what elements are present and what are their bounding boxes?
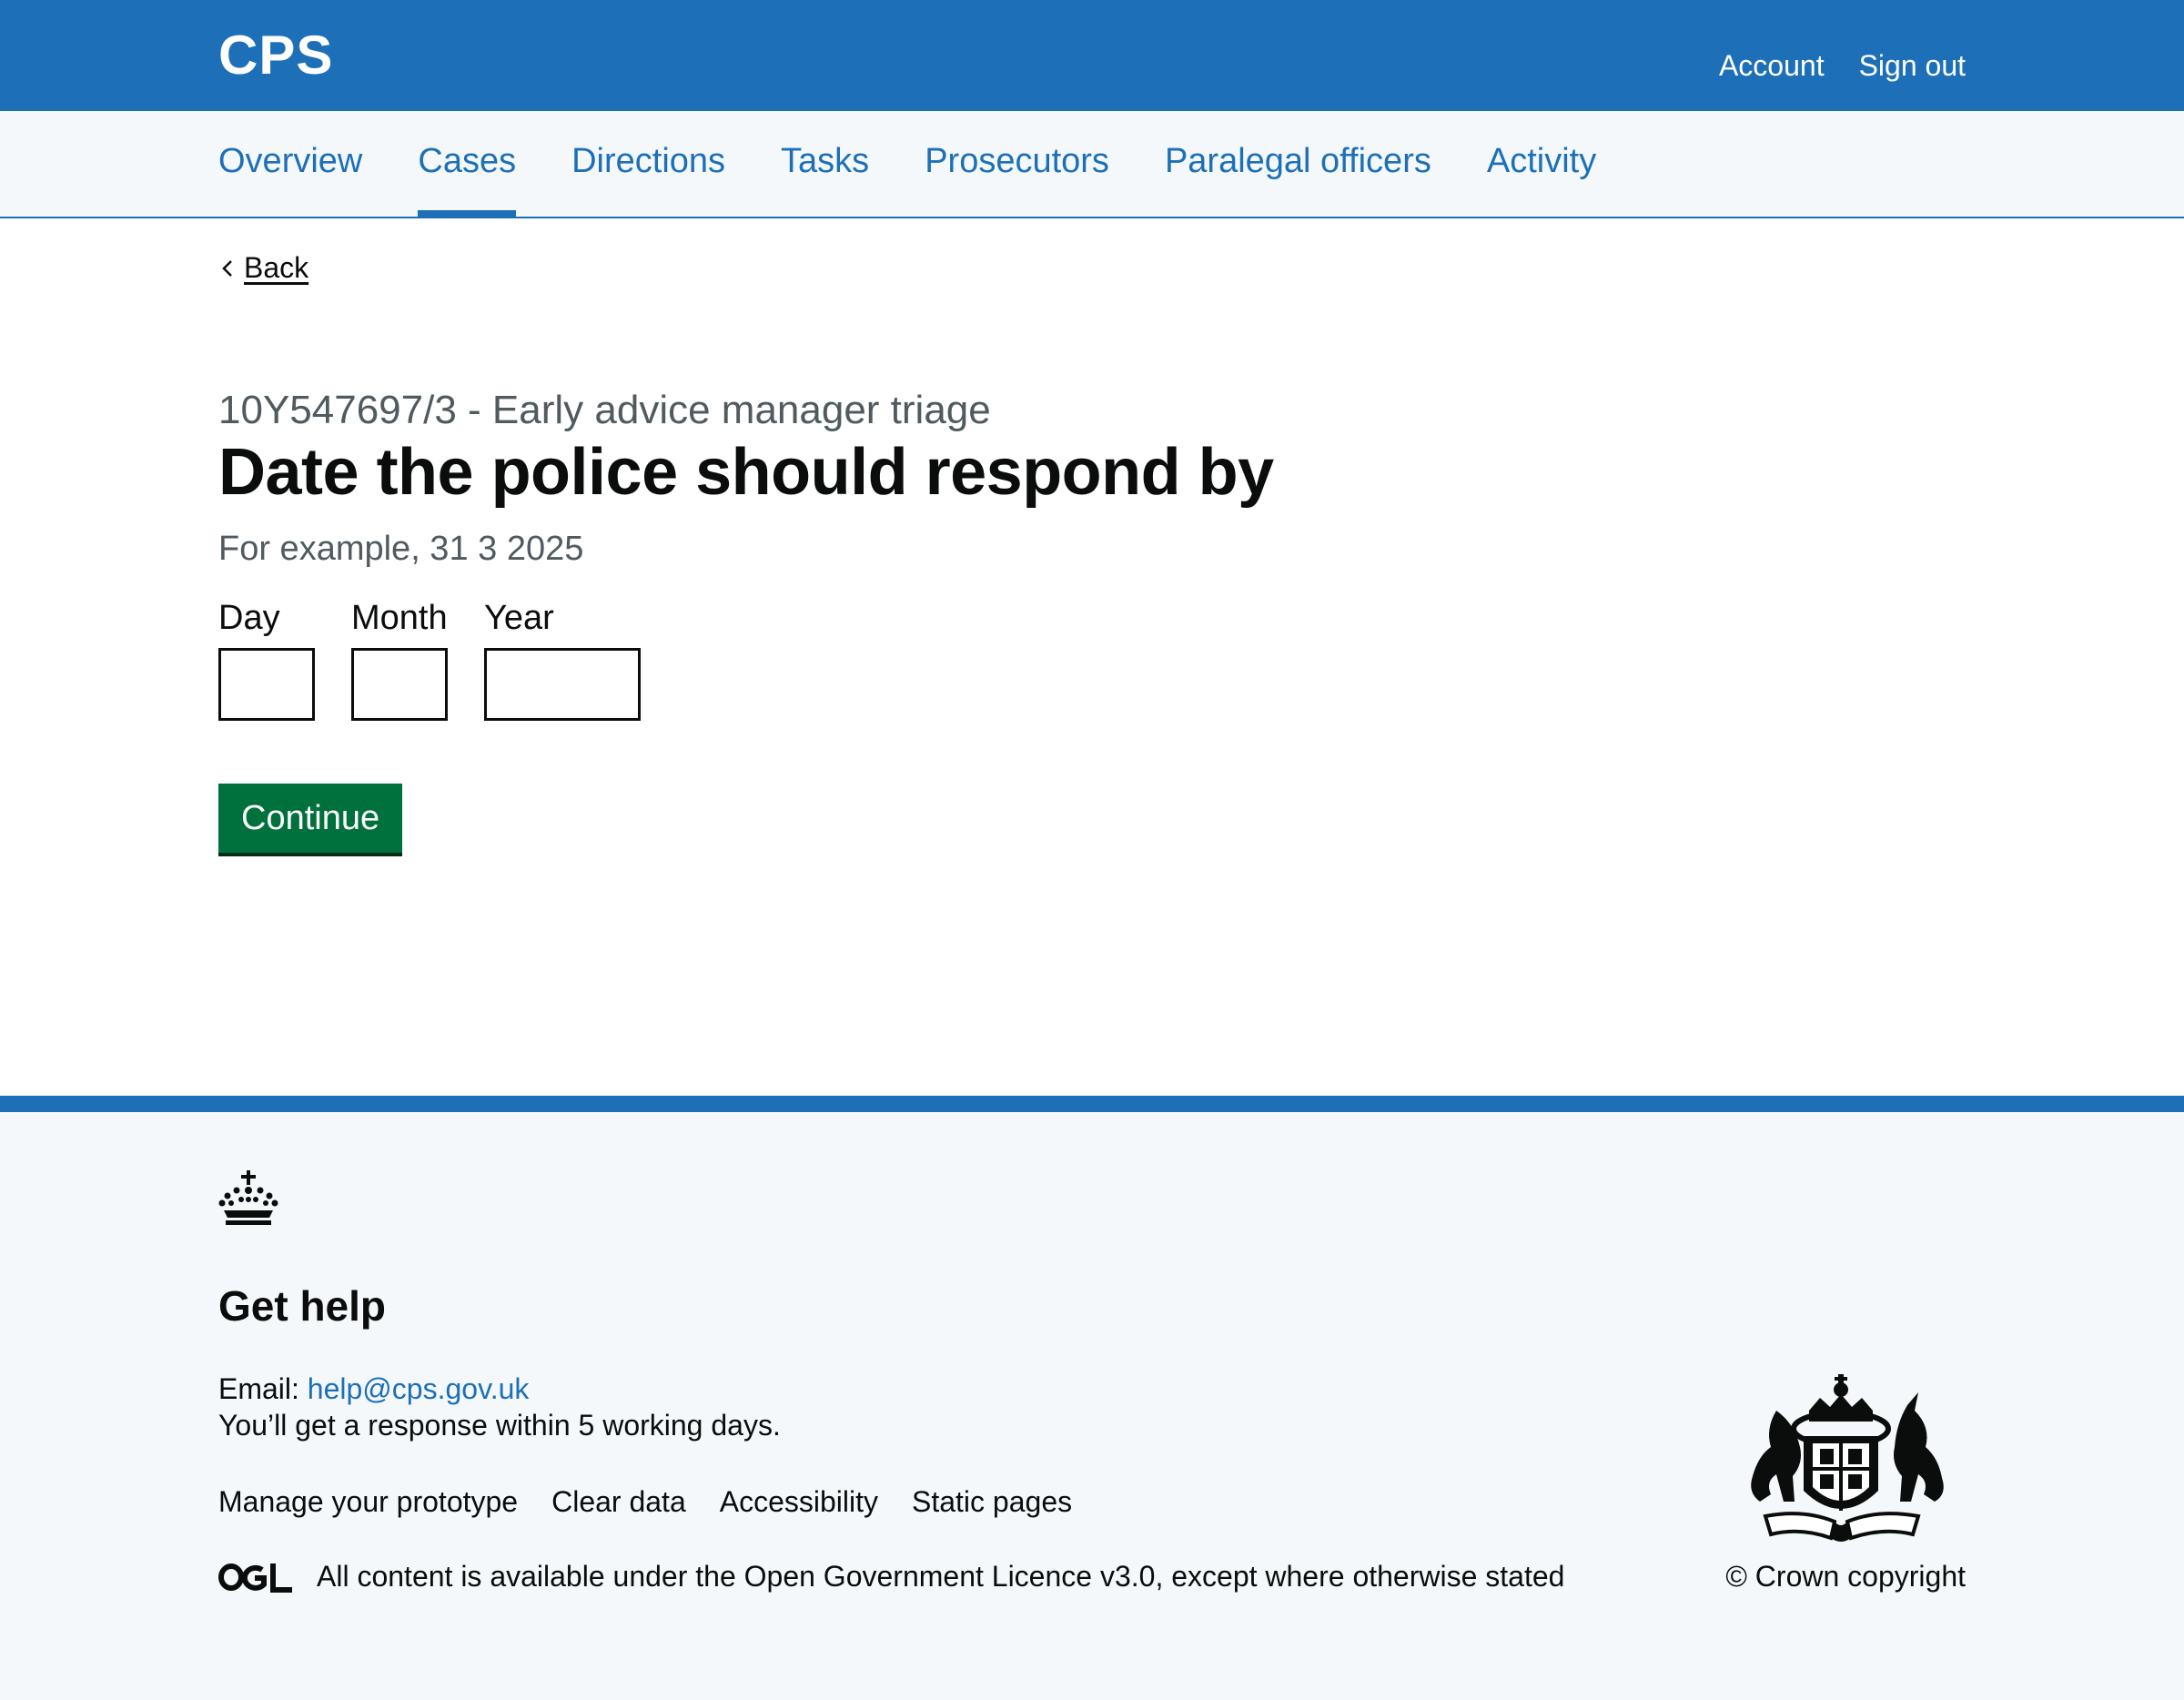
- email-prefix: Email:: [218, 1372, 308, 1405]
- service-nav-list: Overview Cases Directions Tasks Prosecut…: [218, 111, 1652, 218]
- month-label: Month: [351, 599, 448, 637]
- account-link[interactable]: Account: [1719, 49, 1825, 83]
- footer-links: Manage your prototype Clear data Accessi…: [218, 1485, 1072, 1519]
- main-content: Back 10Y547697/3 - Early advice manager …: [0, 218, 2184, 1096]
- page-title: Date the police should respond by: [218, 436, 1274, 509]
- nav-link-tasks[interactable]: Tasks: [781, 111, 869, 178]
- date-input-group: Day Month Year: [218, 601, 677, 721]
- nav-link-overview[interactable]: Overview: [218, 111, 362, 178]
- get-help-heading: Get help: [218, 1282, 387, 1330]
- nav-link-paralegal-officers[interactable]: Paralegal officers: [1165, 111, 1431, 178]
- date-item-month: Month: [351, 601, 448, 721]
- nav-item-overview: Overview: [218, 111, 362, 218]
- help-email-link[interactable]: help@cps.gov.uk: [308, 1372, 530, 1405]
- response-time-text: You’ll get a response within 5 working d…: [218, 1409, 781, 1442]
- service-navigation: Overview Cases Directions Tasks Prosecut…: [0, 111, 2184, 218]
- nav-link-cases[interactable]: Cases: [418, 111, 516, 178]
- footer-link-accessibility[interactable]: Accessibility: [720, 1485, 878, 1519]
- open-government-licence-link[interactable]: Open Government Licence v3.0: [744, 1560, 1156, 1594]
- day-label: Day: [218, 599, 280, 637]
- back-link-label: Back: [244, 251, 309, 284]
- header: CPS Account Sign out: [0, 0, 2184, 111]
- nav-item-tasks: Tasks: [781, 111, 869, 218]
- nav-item-prosecutors: Prosecutors: [925, 111, 1109, 218]
- day-input[interactable]: [218, 648, 315, 721]
- royal-coat-of-arms-icon: [1751, 1374, 1944, 1542]
- email-line: Email: help@cps.gov.uk: [218, 1371, 781, 1407]
- chevron-left-icon: [222, 259, 232, 277]
- continue-button[interactable]: Continue: [218, 784, 403, 853]
- cps-logo-link[interactable]: CPS: [218, 24, 333, 86]
- nav-link-activity[interactable]: Activity: [1487, 111, 1596, 178]
- back-link[interactable]: Back: [218, 251, 308, 285]
- licence-prefix: All content is available under the: [317, 1560, 736, 1593]
- year-label: Year: [484, 599, 554, 637]
- date-item-day: Day: [218, 601, 315, 721]
- page-caption: 10Y547697/3 - Early advice manager triag…: [218, 388, 991, 432]
- footer: Get help Email: help@cps.gov.uk You’ll g…: [0, 1096, 2184, 1700]
- help-text: Email: help@cps.gov.uk You’ll get a resp…: [218, 1371, 781, 1443]
- nav-item-directions: Directions: [571, 111, 725, 218]
- nav-item-activity: Activity: [1487, 111, 1596, 218]
- crown-icon: [218, 1170, 278, 1225]
- date-item-year: Year: [484, 601, 641, 721]
- footer-link-static-pages[interactable]: Static pages: [912, 1485, 1072, 1519]
- header-nav: Account Sign out: [1719, 49, 1966, 83]
- nav-item-paralegal-officers: Paralegal officers: [1165, 111, 1431, 218]
- year-input[interactable]: [484, 648, 641, 721]
- footer-link-clear-data[interactable]: Clear data: [551, 1485, 686, 1519]
- nav-link-directions[interactable]: Directions: [571, 111, 725, 178]
- nav-item-cases: Cases: [418, 111, 516, 218]
- sign-out-link[interactable]: Sign out: [1859, 49, 1966, 83]
- licence-line: All content is available under the Open …: [218, 1560, 1564, 1594]
- month-input[interactable]: [351, 648, 448, 721]
- footer-link-manage-prototype[interactable]: Manage your prototype: [218, 1485, 518, 1519]
- date-hint: For example, 31 3 2025: [218, 530, 584, 568]
- nav-link-prosecutors[interactable]: Prosecutors: [925, 111, 1109, 178]
- licence-suffix: , except where otherwise stated: [1155, 1560, 1565, 1593]
- ogl-logo-icon: [218, 1563, 292, 1593]
- crown-copyright-link[interactable]: © Crown copyright: [1725, 1560, 1966, 1594]
